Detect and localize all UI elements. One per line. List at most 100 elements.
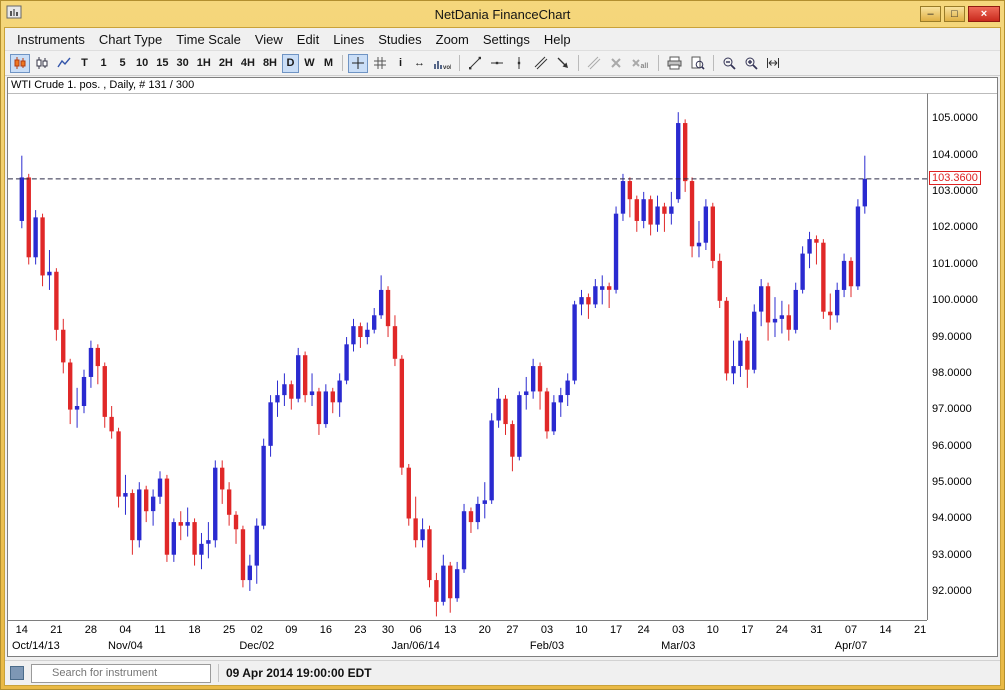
toolbar-separator (713, 55, 714, 71)
timeframe-30min[interactable]: 30 (174, 54, 192, 73)
candle (40, 214, 44, 287)
status-separator (218, 664, 219, 682)
time-tick-label: 07 (845, 624, 857, 636)
candle (227, 482, 231, 526)
menu-item-settings[interactable]: Settings (476, 30, 537, 49)
candle (96, 344, 100, 384)
menu-item-instruments[interactable]: Instruments (10, 30, 92, 49)
channel-icon[interactable] (531, 54, 551, 73)
volume-icon[interactable]: vol (430, 54, 454, 73)
candle (358, 323, 362, 348)
candle (275, 381, 279, 417)
time-tick-label: 11 (154, 624, 165, 636)
price-tick-label: 94.0000 (932, 512, 972, 524)
line-chart-icon[interactable] (54, 54, 74, 73)
month-tick-label: Jan/06/14 (391, 640, 439, 652)
timeframe-tick[interactable]: T (76, 54, 93, 73)
menu-item-time-scale[interactable]: Time Scale (169, 30, 248, 49)
connection-status-icon[interactable] (10, 666, 24, 680)
timeframe-daily[interactable]: D (282, 54, 299, 73)
timeframe-2h[interactable]: 2H (216, 54, 236, 73)
candle (648, 196, 652, 236)
menu-item-chart-type[interactable]: Chart Type (92, 30, 169, 49)
close-button[interactable]: × (968, 6, 1000, 22)
fit-chart-icon[interactable] (763, 54, 783, 73)
zoom-in-icon[interactable] (741, 54, 761, 73)
candle (413, 497, 417, 548)
candle (752, 304, 756, 373)
toolbar-separator (578, 55, 579, 71)
info-icon[interactable]: i (392, 54, 409, 73)
candle (434, 573, 438, 617)
timeframe-10min[interactable]: 10 (133, 54, 151, 73)
candle (116, 428, 120, 508)
menu-item-help[interactable]: Help (537, 30, 578, 49)
time-tick-label: 23 (354, 624, 366, 636)
menu-item-studies[interactable]: Studies (371, 30, 428, 49)
chart-plot-area[interactable] (8, 93, 927, 620)
time-tick-label: 30 (382, 624, 394, 636)
arrow-tool-icon[interactable] (553, 54, 573, 73)
price-tick-label: 97.0000 (932, 403, 972, 415)
menu-item-zoom[interactable]: Zoom (429, 30, 476, 49)
price-chart[interactable] (8, 94, 927, 620)
candle (455, 562, 459, 602)
timeframe-monthly[interactable]: M (320, 54, 337, 73)
candle (835, 283, 839, 323)
timeframe-1h[interactable]: 1H (194, 54, 214, 73)
horizontal-line-icon[interactable] (487, 54, 507, 73)
candle (20, 156, 24, 229)
svg-text:all: all (641, 63, 649, 70)
trend-line-icon[interactable] (465, 54, 485, 73)
timeframe-5min[interactable]: 5 (114, 54, 131, 73)
candlestick-chart-icon[interactable] (10, 54, 30, 73)
candle (517, 391, 521, 460)
status-bar: 09 Apr 2014 19:00:00 EDT (5, 660, 1000, 685)
maximize-button[interactable]: □ (944, 6, 965, 22)
candle (780, 301, 784, 334)
timeframe-weekly[interactable]: W (301, 54, 318, 73)
timeframe-15min[interactable]: 15 (153, 54, 171, 73)
price-axis[interactable]: 105.0000104.0000103.0000102.0000101.0000… (927, 93, 997, 620)
candle (310, 373, 314, 406)
candle (282, 373, 286, 406)
print-preview-icon[interactable] (687, 54, 708, 73)
print-icon[interactable] (664, 54, 685, 73)
time-tick-label: 02 (251, 624, 263, 636)
grid-icon[interactable] (370, 54, 390, 73)
toolbar-separator (342, 55, 343, 71)
candle (655, 196, 659, 232)
timeframe-1min[interactable]: 1 (95, 54, 112, 73)
time-tick-label: 09 (285, 624, 297, 636)
candle (476, 497, 480, 530)
delete-all-drawings-icon[interactable]: all (628, 54, 653, 73)
candle (448, 562, 452, 613)
candle (400, 355, 404, 475)
zoom-out-icon[interactable] (719, 54, 739, 73)
menu-item-view[interactable]: View (248, 30, 290, 49)
timeframe-4h[interactable]: 4H (238, 54, 258, 73)
vertical-line-icon[interactable] (509, 54, 529, 73)
parallel-lines-icon[interactable] (584, 54, 604, 73)
time-axis[interactable]: 1421280411182502091623300613202703101724… (8, 620, 927, 656)
menu-item-lines[interactable]: Lines (326, 30, 371, 49)
delete-drawing-icon[interactable] (606, 54, 626, 73)
candle (289, 381, 293, 410)
candle (759, 279, 763, 326)
candle (538, 362, 542, 409)
time-tick-label: 18 (188, 624, 200, 636)
candle (711, 203, 715, 268)
minimize-button[interactable]: – (920, 6, 941, 22)
app-window: NetDania FinanceChart – □ × InstrumentsC… (0, 0, 1005, 690)
search-input[interactable] (32, 665, 210, 682)
scroll-arrows-icon[interactable]: ↔ (411, 54, 428, 73)
candle (47, 250, 51, 290)
timeframe-8h[interactable]: 8H (260, 54, 280, 73)
crosshair-icon[interactable] (348, 54, 368, 73)
menu-item-edit[interactable]: Edit (290, 30, 326, 49)
bar-chart-icon[interactable] (32, 54, 52, 73)
candle (420, 518, 424, 547)
candle (738, 333, 742, 377)
window-title: NetDania FinanceChart (4, 7, 1001, 22)
candle (441, 555, 445, 606)
